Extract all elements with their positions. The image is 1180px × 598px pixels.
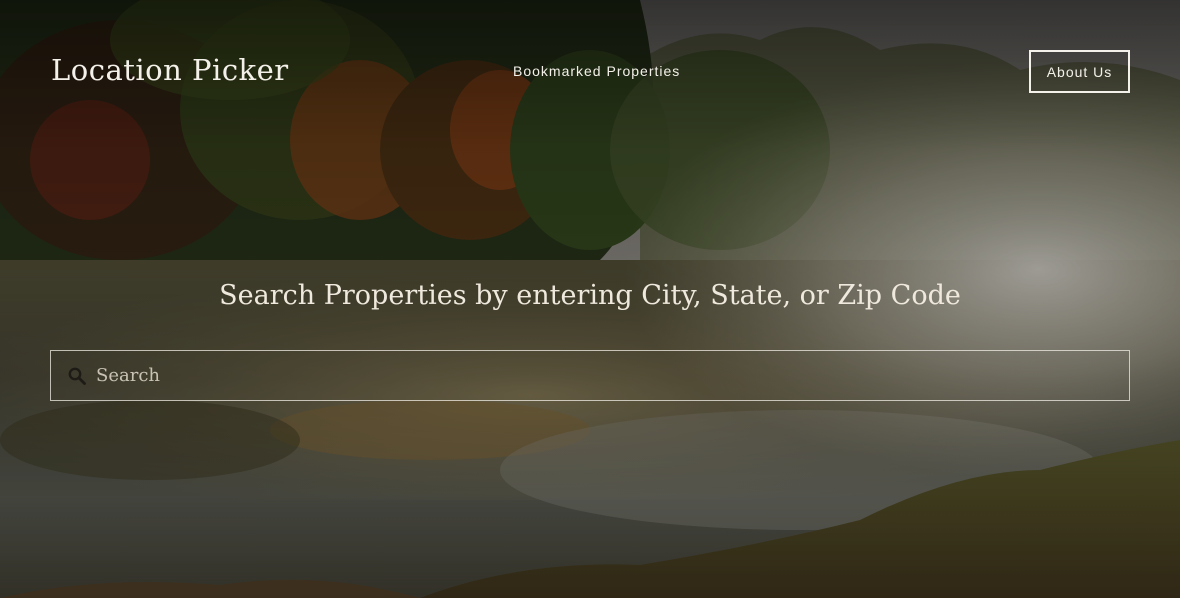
about-us-button[interactable]: About Us <box>1029 50 1130 93</box>
search-bar[interactable] <box>50 350 1130 401</box>
hero-headline: Search Properties by entering City, Stat… <box>219 280 961 311</box>
about-us-button-label: About Us <box>1046 63 1113 80</box>
brand-logo-link[interactable]: Location Picker <box>51 52 289 88</box>
hero-section: Location Picker Bookmarked Properties Ab… <box>0 0 1180 598</box>
search-icon <box>68 367 86 385</box>
search-input[interactable] <box>96 351 1116 400</box>
nav-bookmarked-properties[interactable]: Bookmarked Properties <box>513 60 680 82</box>
